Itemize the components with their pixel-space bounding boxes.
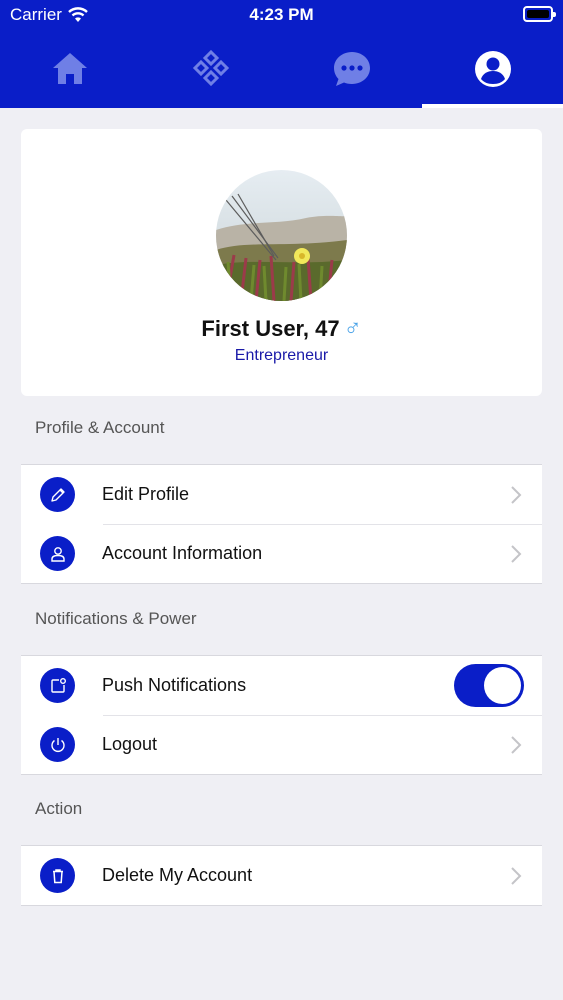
edit-profile-row[interactable]: Edit Profile: [21, 465, 542, 524]
push-notifications-row: Push Notifications: [21, 656, 542, 715]
chevron-right-icon: [511, 736, 522, 754]
settings-group-profile-account: Edit Profile Account Information: [21, 464, 542, 584]
section-title-profile-account: Profile & Account: [35, 418, 165, 437]
tab-bar: [0, 30, 563, 108]
tab-explore[interactable]: [141, 30, 282, 108]
settings-group-action: Delete My Account: [21, 845, 542, 906]
delete-account-row[interactable]: Delete My Account: [21, 846, 542, 905]
person-icon: [40, 536, 75, 571]
trash-icon: [40, 858, 75, 893]
section-title-action: Action: [35, 799, 83, 818]
pencil-icon: [40, 477, 75, 512]
logout-label: Logout: [102, 734, 158, 754]
tab-messages[interactable]: [282, 30, 423, 108]
chevron-right-icon: [511, 867, 522, 885]
push-notifications-toggle[interactable]: [454, 664, 524, 707]
push-notifications-label: Push Notifications: [102, 675, 247, 695]
chevron-right-icon: [511, 486, 522, 504]
diamond-grid-icon: [193, 49, 230, 87]
avatar-photo: [216, 170, 347, 301]
gender-male-icon: ♂: [343, 315, 362, 342]
home-icon: [53, 53, 88, 84]
status-time: 4:23 PM: [249, 5, 314, 24]
avatar[interactable]: [216, 170, 347, 301]
tab-profile[interactable]: [422, 30, 563, 108]
status-bar: Carrier 4:23 PM: [0, 0, 563, 30]
toggle-knob: [484, 667, 521, 704]
notification-icon: [40, 668, 75, 703]
user-name-age: First User, 47 ♂: [21, 315, 542, 343]
chat-icon: [333, 52, 370, 86]
top-bar: Carrier 4:23 PM: [0, 0, 563, 108]
settings-group-notifications-power: Push Notifications Logout: [21, 655, 542, 775]
account-information-row[interactable]: Account Information: [21, 524, 542, 583]
battery-icon: [523, 6, 556, 22]
tab-home[interactable]: [0, 30, 141, 108]
delete-account-label: Delete My Account: [102, 865, 253, 885]
section-title-notifications-power: Notifications & Power: [35, 609, 197, 628]
profile-card: First User, 47 ♂ Entrepreneur: [21, 129, 542, 396]
power-icon: [40, 727, 75, 762]
account-information-label: Account Information: [102, 543, 263, 563]
user-name-label: First User, 47: [201, 316, 340, 341]
chevron-right-icon: [511, 545, 522, 563]
user-occupation: Entrepreneur: [234, 347, 329, 364]
user-circle-icon: [474, 51, 511, 87]
edit-profile-label: Edit Profile: [102, 484, 190, 504]
logout-row[interactable]: Logout: [21, 715, 542, 774]
